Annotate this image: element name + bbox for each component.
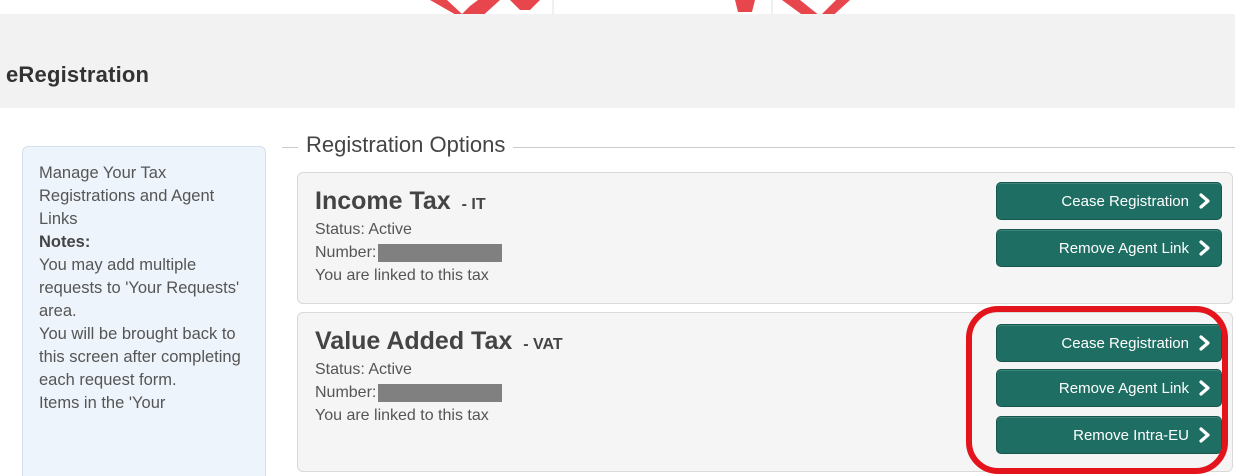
chevron-right-icon (1199, 427, 1210, 443)
tax-card-value-added-tax: Value Added Tax - VAT Status: Active Num… (297, 312, 1233, 472)
redacted-number (378, 244, 503, 262)
tax-linked-text: You are linked to this tax (315, 267, 489, 284)
chevron-right-icon (1199, 240, 1210, 256)
registration-options-title: Registration Options (298, 132, 514, 158)
chevron-right-icon (1199, 193, 1210, 209)
chevron-right-icon (1199, 380, 1210, 396)
sidebar-help-panel: Manage Your Tax Registrations and Agent … (22, 146, 266, 476)
remove-agent-link-button[interactable]: Remove Agent Link (996, 229, 1222, 267)
page-title: eRegistration (6, 62, 150, 87)
sidebar-note: You will be brought back to this screen … (39, 325, 241, 389)
sidebar-intro: Manage Your Tax Registrations and Agent … (39, 164, 215, 228)
tax-number-label: Number: (315, 244, 377, 262)
notes-label: Notes: (39, 233, 91, 251)
tax-number: Number: (315, 244, 503, 262)
tax-status: Status: Active (315, 361, 412, 378)
tax-linked-text: You are linked to this tax (315, 407, 489, 424)
chevron-right-icon (1199, 335, 1210, 351)
tax-card-income-tax: Income Tax - IT Status: Active Number: Y… (297, 172, 1233, 304)
page-header (0, 14, 1235, 108)
page: eRegistration Manage Your Tax Registrati… (0, 0, 1235, 476)
tax-title: Income Tax (315, 187, 451, 215)
remove-agent-link-button[interactable]: Remove Agent Link (996, 369, 1222, 407)
tax-title: Value Added Tax (315, 327, 513, 355)
button-label: Remove Agent Link (1058, 379, 1189, 397)
button-label: Cease Registration (1061, 334, 1189, 352)
tax-name: Income Tax - IT (315, 187, 486, 216)
sidebar-note: You may add multiple requests to 'Your R… (39, 256, 240, 320)
tax-number: Number: (315, 384, 503, 402)
button-label: Remove Intra-EU (1073, 426, 1189, 444)
tax-number-label: Number: (315, 384, 377, 402)
tax-code: - IT (461, 196, 486, 213)
button-label: Remove Agent Link (1058, 239, 1189, 257)
tax-name: Value Added Tax - VAT (315, 327, 563, 356)
remove-intra-eu-button[interactable]: Remove Intra-EU (996, 416, 1222, 454)
cease-registration-button[interactable]: Cease Registration (996, 182, 1222, 220)
tax-status: Status: Active (315, 221, 412, 238)
button-label: Cease Registration (1061, 192, 1189, 210)
cease-registration-button[interactable]: Cease Registration (996, 324, 1222, 362)
sidebar-note: Items in the 'Your (39, 394, 166, 412)
tax-code: - VAT (523, 336, 563, 353)
redacted-number (378, 384, 503, 402)
